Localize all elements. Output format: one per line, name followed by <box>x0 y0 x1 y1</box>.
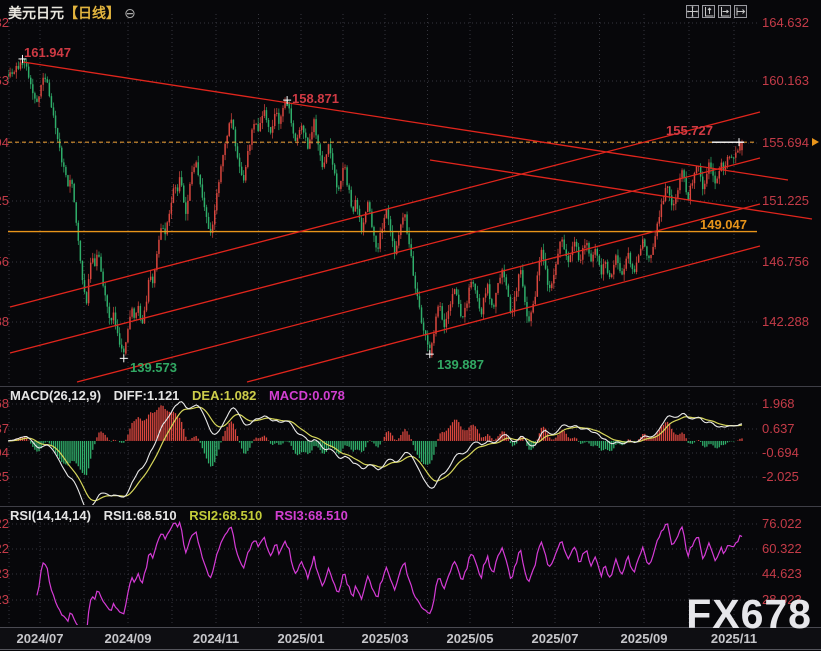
x-axis-zoom-icon <box>719 6 730 17</box>
price-axis-label: 151.225 <box>762 193 809 208</box>
price-axis-label: 142.288 <box>762 314 809 329</box>
collapse-icon[interactable]: ⊖ <box>124 5 136 21</box>
x-axis-label: 2024/09 <box>93 631 163 646</box>
rsi-params-label: RSI(14,14,14) <box>10 508 91 523</box>
macd-params-label: MACD(26,12,9) <box>10 388 101 403</box>
macd-axis-label: 0.637 <box>762 421 795 436</box>
macd-diff-value: DIFF:1.121 <box>114 388 180 403</box>
pane-separator-macd-rsi <box>0 506 821 507</box>
trading-chart-window: 美元日元【日线】⊖ <box>0 0 821 651</box>
rsi3-value: RSI3:68.510 <box>275 508 348 523</box>
rsi-axis-label: 60.322 <box>762 541 802 556</box>
y-axis-scale-button[interactable] <box>702 5 715 18</box>
x-axis-label: 2025/03 <box>350 631 420 646</box>
x-axis-label: 2024/07 <box>5 631 75 646</box>
macd-indicator-labels: MACD(26,12,9) DIFF:1.121 DEA:1.082 MACD:… <box>10 388 354 403</box>
extreme-markers <box>18 55 744 362</box>
price-annotation: 161.947 <box>24 45 71 60</box>
pan-crosshair-button[interactable] <box>686 5 699 18</box>
rsi-axis-label-left-clipped: 28.923 <box>0 592 9 607</box>
price-axis-label-left-clipped: 155.694 <box>0 135 9 150</box>
price-annotation: 149.047 <box>700 217 747 232</box>
x-axis-label: 2025/09 <box>609 631 679 646</box>
rsi-axis-label: 76.022 <box>762 516 802 531</box>
macd-axis-label-left-clipped: -2.025 <box>0 469 9 484</box>
current-price-arrow-icon <box>812 138 819 146</box>
x-axis-label: 2025/07 <box>520 631 590 646</box>
price-annotation: 139.573 <box>130 360 177 375</box>
rsi-axis-label: 44.623 <box>762 566 802 581</box>
x-axis-label: 2024/11 <box>181 631 251 646</box>
y-axis-zoom-icon <box>703 6 714 17</box>
price-annotation: 139.887 <box>437 357 484 372</box>
rsi2-value: RSI2:68.510 <box>189 508 262 523</box>
rsi-axis-label-left-clipped: 60.322 <box>0 541 9 556</box>
gridlines <box>8 14 757 626</box>
macd-dea-value: DEA:1.082 <box>192 388 256 403</box>
macd-axis-label-left-clipped: -0.694 <box>0 445 9 460</box>
macd-axis-label-left-clipped: 1.968 <box>0 396 9 411</box>
rsi-axis-label-left-clipped: 44.623 <box>0 566 9 581</box>
price-axis-label: 160.163 <box>762 73 809 88</box>
macd-axis-label: -2.025 <box>762 469 799 484</box>
price-annotation: 155.727 <box>666 123 713 138</box>
symbol-name: 美元日元 <box>8 5 64 21</box>
trendlines-layer <box>10 62 812 382</box>
timeframe-label: 【日线】 <box>64 5 120 21</box>
macd-layer <box>8 402 742 511</box>
price-axis-label-left-clipped: 151.225 <box>0 193 9 208</box>
chart-titlebar: 美元日元【日线】⊖ <box>8 3 136 23</box>
price-axis-label-left-clipped: 160.163 <box>0 73 9 88</box>
watermark-logo: FX678 <box>686 594 812 635</box>
rsi-indicator-labels: RSI(14,14,14) RSI1:68.510 RSI2:68.510 RS… <box>10 508 357 523</box>
macd-axis-label: -0.694 <box>762 445 799 460</box>
price-annotation: 158.871 <box>292 91 339 106</box>
macd-axis-label-left-clipped: 0.637 <box>0 421 9 436</box>
rsi1-value: RSI1:68.510 <box>104 508 177 523</box>
price-axis-label-left-clipped: 146.756 <box>0 254 9 269</box>
candles-layer <box>7 59 743 358</box>
x-axis-label: 2025/05 <box>435 631 505 646</box>
chart-toolbar <box>686 5 747 18</box>
pane-separator-main-macd <box>0 386 821 387</box>
x-axis-scale-button[interactable] <box>718 5 731 18</box>
price-axis-label: 155.694 <box>762 135 809 150</box>
chart-canvas[interactable] <box>0 0 821 651</box>
crosshair-icon <box>687 6 698 17</box>
macd-hist-value: MACD:0.078 <box>269 388 345 403</box>
rsi-axis-label-left-clipped: 76.022 <box>0 516 9 531</box>
scroll-right-icon <box>735 6 746 17</box>
price-axis-label: 164.632 <box>762 15 809 30</box>
scroll-right-button[interactable] <box>734 5 747 18</box>
price-axis-label-left-clipped: 142.288 <box>0 314 9 329</box>
x-axis-label: 2025/01 <box>266 631 336 646</box>
price-axis-label: 146.756 <box>762 254 809 269</box>
rsi-layer <box>37 522 742 632</box>
macd-axis-label: 1.968 <box>762 396 795 411</box>
